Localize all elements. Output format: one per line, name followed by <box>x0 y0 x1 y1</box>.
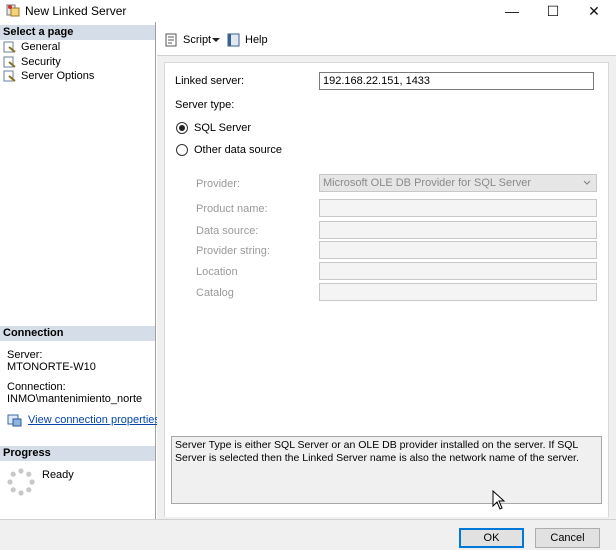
page-wrench-icon <box>3 56 16 68</box>
sql-server-radio[interactable]: SQL Server <box>176 122 251 134</box>
linked-server-input[interactable]: 192.168.22.151, 1433 <box>319 72 594 90</box>
right-pane: Script Help Linked server: 192.168.22.15… <box>157 22 616 519</box>
page-item-security[interactable]: Security <box>3 55 61 69</box>
other-data-source-radio[interactable]: Other data source <box>176 144 282 156</box>
window-title: New Linked Server <box>25 4 127 18</box>
progress-status: Ready <box>42 469 74 481</box>
page-wrench-icon <box>3 41 16 53</box>
script-icon <box>165 33 177 47</box>
page-wrench-icon <box>3 70 16 82</box>
progress-header: Progress <box>0 446 155 461</box>
provider-string-label: Provider string: <box>196 245 270 257</box>
location-label: Location <box>196 266 238 278</box>
script-button[interactable]: Script <box>165 32 211 48</box>
description-box: Server Type is either SQL Server or an O… <box>171 436 602 504</box>
connection-value: INMO\mantenimiento_norte <box>7 393 143 405</box>
catalog-input[interactable] <box>319 283 597 301</box>
left-pane: Select a page General Security Server Op… <box>0 22 160 519</box>
connection-header: Connection <box>0 326 155 341</box>
view-connection-properties-label: View connection properties <box>28 414 160 426</box>
sql-server-radio-label: SQL Server <box>194 122 252 134</box>
app-icon <box>6 4 20 17</box>
dialog-footer: OK Cancel <box>0 519 616 550</box>
minimize-button[interactable]: — <box>490 0 534 22</box>
script-dropdown-button[interactable] <box>212 32 224 48</box>
toolbar: Script Help <box>157 22 616 56</box>
properties-icon <box>7 414 22 427</box>
progress-spinner-icon <box>7 468 35 496</box>
page-item-label: Security <box>21 56 61 68</box>
linked-server-label: Linked server: <box>175 75 245 87</box>
catalog-label: Catalog <box>196 287 234 299</box>
mouse-cursor-icon <box>492 490 506 510</box>
provider-string-input[interactable] <box>319 241 597 259</box>
help-button[interactable]: Help <box>227 32 268 48</box>
provider-select[interactable]: Microsoft OLE DB Provider for SQL Server <box>319 174 597 192</box>
provider-label: Provider: <box>196 178 241 190</box>
page-item-label: General <box>21 41 61 53</box>
title-bar: New Linked Server — ☐ ✕ <box>0 0 616 22</box>
ok-button[interactable]: OK <box>459 528 524 548</box>
page-item-server-options[interactable]: Server Options <box>3 69 94 83</box>
page-item-label: Server Options <box>21 70 95 82</box>
other-data-source-radio-label: Other data source <box>194 144 283 156</box>
data-source-label: Data source: <box>196 225 259 237</box>
cancel-button[interactable]: Cancel <box>535 528 600 548</box>
script-label: Script <box>183 34 212 46</box>
server-type-label: Server type: <box>175 99 235 111</box>
chevron-down-icon <box>583 180 591 185</box>
data-source-input[interactable] <box>319 221 597 239</box>
product-name-label: Product name: <box>196 203 268 215</box>
server-value: MTONORTE-W10 <box>7 361 96 373</box>
provider-select-value: Microsoft OLE DB Provider for SQL Server <box>323 177 532 189</box>
chevron-down-icon <box>212 38 220 42</box>
connection-label: Connection: <box>7 381 66 393</box>
radio-unselected-icon <box>176 144 188 156</box>
location-input[interactable] <box>319 262 597 280</box>
maximize-button[interactable]: ☐ <box>531 0 575 22</box>
page-item-general[interactable]: General <box>3 40 60 54</box>
radio-selected-icon <box>176 122 188 134</box>
product-name-input[interactable] <box>319 199 597 217</box>
close-button[interactable]: ✕ <box>572 0 616 22</box>
select-page-header: Select a page <box>0 25 155 40</box>
help-book-icon <box>227 33 240 47</box>
help-label: Help <box>245 34 268 46</box>
view-connection-properties-link[interactable]: View connection properties <box>7 413 160 427</box>
server-label: Server: <box>7 349 43 361</box>
